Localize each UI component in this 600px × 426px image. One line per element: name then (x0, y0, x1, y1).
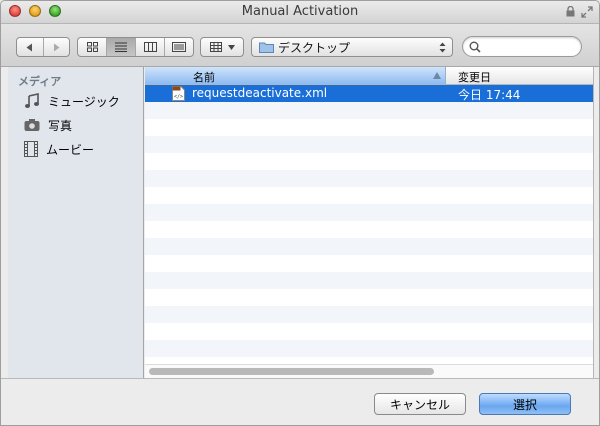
back-arrow-icon (26, 43, 33, 51)
arrange-menu-button[interactable] (200, 37, 244, 57)
list-view-icon (115, 42, 127, 52)
camera-icon (24, 119, 40, 131)
file-name: requestdeactivate.xml (192, 86, 328, 100)
cancel-button[interactable]: キャンセル (374, 393, 466, 415)
empty-row (145, 323, 593, 340)
view-mode-control (77, 37, 194, 57)
empty-row (145, 170, 593, 187)
column-view-icon (143, 42, 157, 52)
chevron-down-icon (227, 44, 235, 50)
music-note-icon (25, 93, 39, 108)
svg-text:</>: </> (174, 94, 183, 100)
folder-icon (259, 42, 274, 53)
empty-row (145, 204, 593, 221)
empty-row (145, 272, 593, 289)
search-icon (469, 41, 481, 53)
file-list-header: 名前 変更日 (145, 67, 593, 85)
file-row[interactable]: </> requestdeactivate.xml 今日 17:44 (145, 85, 593, 102)
file-list: 名前 変更日 </> requestdeactivate.xml 今日 17:4… (145, 67, 594, 378)
icon-view-button[interactable] (78, 38, 107, 56)
empty-row (145, 119, 593, 136)
file-date: 今日 17:44 (458, 88, 521, 102)
column-header-name[interactable]: 名前 (145, 67, 446, 84)
empty-row (145, 102, 593, 119)
fullscreen-icon[interactable] (581, 6, 593, 18)
empty-row (145, 153, 593, 170)
column-header-name-label: 名前 (193, 71, 215, 84)
empty-row (145, 238, 593, 255)
bottom-bar: キャンセル 選択 (1, 378, 599, 425)
sidebar-item-label: 写真 (48, 118, 73, 133)
icon-view-icon (86, 42, 98, 52)
location-popup[interactable]: デスクトップ (251, 37, 453, 57)
sidebar-item-movies[interactable]: ムービー (24, 139, 94, 159)
column-view-button[interactable] (136, 38, 165, 56)
sidebar-item-music[interactable]: ミュージック (24, 91, 120, 111)
dialog-window: Manual Activation デスクトップ メディア ミュージック 写真 … (0, 0, 600, 426)
file-rows: </> requestdeactivate.xml 今日 17:44 (145, 85, 593, 357)
empty-row (145, 136, 593, 153)
xml-file-icon: </> (172, 86, 185, 101)
column-header-date[interactable]: 変更日 (458, 69, 491, 85)
updown-arrows-icon (439, 42, 446, 53)
empty-row (145, 187, 593, 204)
window-title: Manual Activation (241, 4, 359, 19)
film-icon (24, 141, 38, 157)
horizontal-scrollbar[interactable] (145, 364, 593, 378)
coverflow-view-icon (172, 42, 186, 52)
sidebar: メディア ミュージック 写真 ムービー (8, 67, 144, 378)
scrollbar-thumb[interactable] (149, 368, 434, 375)
sidebar-item-label: ムービー (46, 142, 95, 157)
empty-row (145, 255, 593, 272)
empty-row (145, 289, 593, 306)
empty-row (145, 340, 593, 357)
choose-button[interactable]: 選択 (479, 393, 571, 415)
toolbar: デスクトップ (1, 24, 599, 67)
title-bar: Manual Activation (1, 1, 599, 24)
coverflow-view-button[interactable] (165, 38, 193, 56)
forward-arrow-icon (53, 43, 60, 51)
arrange-grid-icon (209, 42, 222, 52)
sidebar-item-photos[interactable]: 写真 (24, 115, 72, 135)
sidebar-heading-media: メディア (18, 75, 62, 88)
list-view-button[interactable] (107, 38, 136, 56)
back-forward-control (16, 37, 70, 57)
empty-row (145, 306, 593, 323)
location-label: デスクトップ (278, 40, 351, 55)
forward-button[interactable] (44, 38, 70, 56)
search-input[interactable] (462, 36, 582, 57)
empty-row (145, 221, 593, 238)
lock-icon (566, 6, 575, 17)
sidebar-item-label: ミュージック (48, 94, 120, 109)
back-button[interactable] (17, 38, 44, 56)
sort-ascending-icon (433, 72, 441, 79)
